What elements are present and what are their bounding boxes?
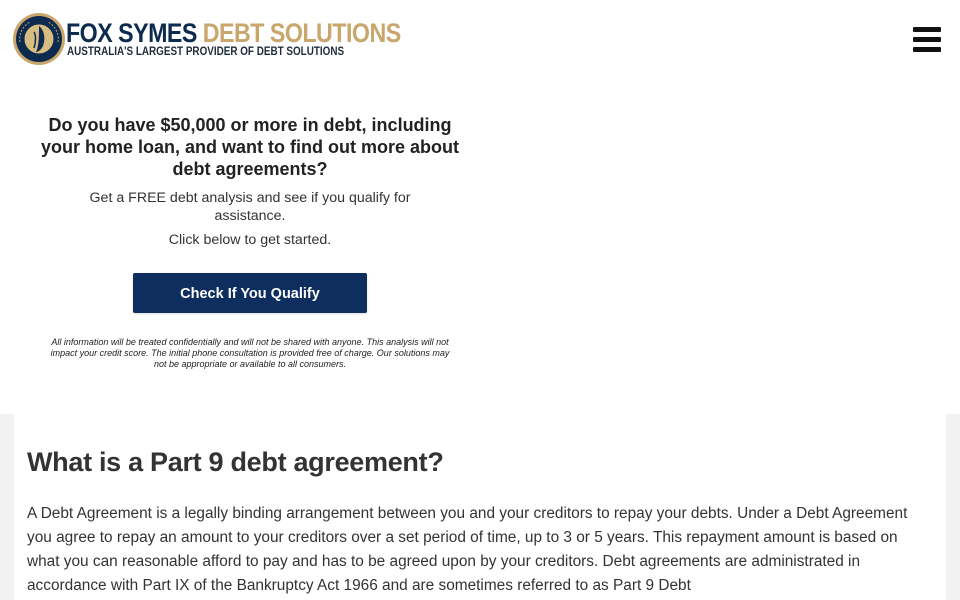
logo-brand-line: FOX SYMES DEBT SOLUTIONS (66, 18, 401, 48)
logo-tagline: AUSTRALIA'S LARGEST PROVIDER OF DEBT SOL… (67, 46, 345, 58)
menu-bar (913, 47, 941, 52)
promo-subtext: Get a FREE debt analysis and see if you … (89, 190, 411, 224)
article-title: What is a Part 9 debt agreement? (27, 447, 444, 477)
menu-bar (913, 37, 941, 42)
hamburger-menu-icon[interactable] (913, 27, 943, 53)
article-body: A Debt Agreement is a legally binding ar… (27, 505, 908, 594)
promo-disclaimer: All information will be treated confiden… (50, 337, 450, 369)
qualify-promo: Do you have $50,000 or more in debt, inc… (40, 114, 460, 370)
logo-brand-name: FOX SYMES (66, 18, 197, 48)
circular-seal-emblem-icon (13, 13, 65, 65)
logo-wordmark: FOX SYMES DEBT SOLUTIONS AUSTRALIA'S LAR… (66, 18, 401, 62)
check-if-you-qualify-button[interactable]: Check If You Qualify (133, 273, 367, 313)
logo-brand-service: DEBT SOLUTIONS (202, 18, 401, 48)
site-logo[interactable]: FOX SYMES DEBT SOLUTIONS AUSTRALIA'S LAR… (12, 12, 401, 68)
promo-cta-text: Click below to get started. (168, 232, 332, 248)
promo-heading: Do you have $50,000 or more in debt, inc… (41, 115, 459, 179)
site-header: FOX SYMES DEBT SOLUTIONS AUSTRALIA'S LAR… (0, 0, 960, 80)
page: FOX SYMES DEBT SOLUTIONS AUSTRALIA'S LAR… (0, 0, 960, 600)
menu-bar (913, 27, 941, 32)
